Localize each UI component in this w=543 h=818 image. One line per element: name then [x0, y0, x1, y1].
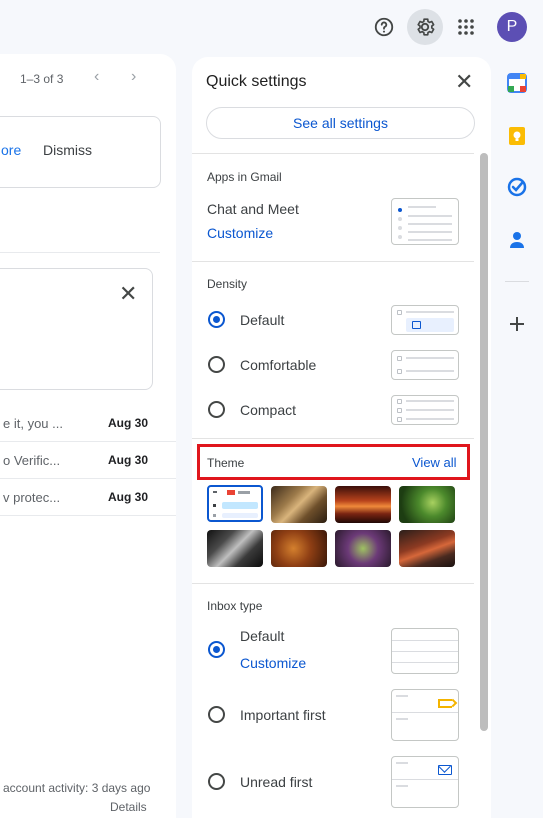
inbox-default-preview — [391, 628, 459, 674]
details-link[interactable]: Details — [110, 800, 147, 814]
mail-snippet: v protec... — [3, 490, 61, 505]
mail-snippet: e it, you ... — [3, 416, 63, 431]
inbox-important-first-label: Important first — [240, 707, 326, 723]
divider — [192, 153, 474, 154]
top-bar: P — [0, 0, 543, 54]
divider — [192, 261, 474, 262]
apps-customize-link[interactable]: Customize — [207, 225, 273, 241]
quick-settings-title: Quick settings — [206, 73, 307, 90]
avatar[interactable]: P — [497, 12, 527, 42]
inbox-important-first-radio[interactable] — [208, 706, 225, 723]
keep-icon[interactable] — [506, 125, 528, 147]
close-icon[interactable]: ✕ — [119, 281, 137, 307]
apps-grid-icon[interactable] — [448, 9, 484, 45]
mail-date: Aug 30 — [108, 453, 149, 467]
notice-dismiss-button[interactable]: Dismiss — [43, 142, 92, 158]
inbox-type-section-label: Inbox type — [207, 599, 263, 613]
quick-settings-panel: Quick settings ✕ See all settings Apps i… — [192, 57, 491, 818]
divider — [505, 281, 529, 282]
theme-default-tile[interactable] — [207, 485, 263, 522]
mail-date: Aug 30 — [108, 416, 149, 430]
inbox-unread-first-label: Unread first — [240, 774, 313, 790]
newer-chevron-icon[interactable]: › — [131, 68, 136, 86]
inbox-customize-link[interactable]: Customize — [240, 655, 306, 671]
theme-view-all-link[interactable]: View all — [412, 455, 457, 470]
chat-meet-preview — [391, 198, 459, 245]
theme-canyon-tile[interactable] — [335, 486, 391, 523]
calendar-icon[interactable] — [506, 72, 528, 94]
density-compact-preview — [391, 395, 459, 425]
quick-settings-scrollbar[interactable] — [480, 153, 488, 731]
divider — [0, 252, 160, 253]
mail-row[interactable]: e it, you ... Aug 30 — [0, 405, 176, 442]
divider — [192, 583, 474, 584]
older-chevron-icon[interactable]: ‹ — [94, 68, 99, 86]
theme-chess-tile[interactable] — [271, 486, 327, 523]
inbox-important-first-preview — [391, 689, 459, 741]
tasks-icon[interactable] — [506, 176, 528, 198]
inbox-default-radio[interactable] — [208, 641, 225, 658]
theme-section-label: Theme — [207, 456, 245, 470]
density-comfortable-preview — [391, 350, 459, 380]
density-comfortable-radio[interactable] — [208, 356, 225, 373]
see-all-settings-button[interactable]: See all settings — [206, 107, 475, 139]
density-default-radio[interactable] — [208, 311, 225, 328]
density-compact-radio[interactable] — [208, 401, 225, 418]
inbox-unread-first-radio[interactable] — [208, 773, 225, 790]
gear-icon[interactable] — [407, 9, 443, 45]
theme-pipes-tile[interactable] — [207, 530, 263, 567]
account-activity-text: account activity: 3 days ago — [3, 781, 151, 795]
density-default-preview — [391, 305, 459, 335]
inbox-default-label: Default — [240, 628, 285, 644]
theme-leaves-tile[interactable] — [271, 530, 327, 567]
add-icon[interactable] — [506, 313, 528, 335]
help-icon[interactable] — [366, 9, 402, 45]
contacts-icon[interactable] — [506, 229, 528, 251]
mail-snippet: o Verific... — [3, 453, 61, 468]
density-default-label: Default — [240, 312, 285, 328]
mail-row[interactable]: o Verific... Aug 30 — [0, 442, 176, 479]
theme-leaf-tile[interactable] — [399, 486, 455, 523]
apps-section-label: Apps in Gmail — [207, 170, 282, 184]
theme-landscape-tile[interactable] — [399, 530, 455, 567]
promo-card: ✕ — [0, 268, 153, 390]
mail-row[interactable]: v protec... Aug 30 — [0, 479, 176, 516]
theme-marbles-tile[interactable] — [335, 530, 391, 567]
close-icon[interactable]: ✕ — [455, 69, 473, 95]
inbox-unread-first-preview — [391, 756, 459, 808]
pager-text: 1–3 of 3 — [20, 72, 64, 86]
mail-list-pane: 1–3 of 3 ‹ › ore Dismiss ✕ e it, you ...… — [0, 54, 176, 818]
chat-and-meet-label: Chat and Meet — [207, 201, 299, 217]
notice-card: ore Dismiss — [0, 116, 161, 188]
density-section-label: Density — [207, 277, 248, 291]
notice-more-link[interactable]: ore — [1, 142, 21, 158]
density-comfortable-label: Comfortable — [240, 357, 317, 373]
mail-date: Aug 30 — [108, 490, 149, 504]
divider — [192, 438, 474, 439]
density-compact-label: Compact — [240, 402, 297, 418]
